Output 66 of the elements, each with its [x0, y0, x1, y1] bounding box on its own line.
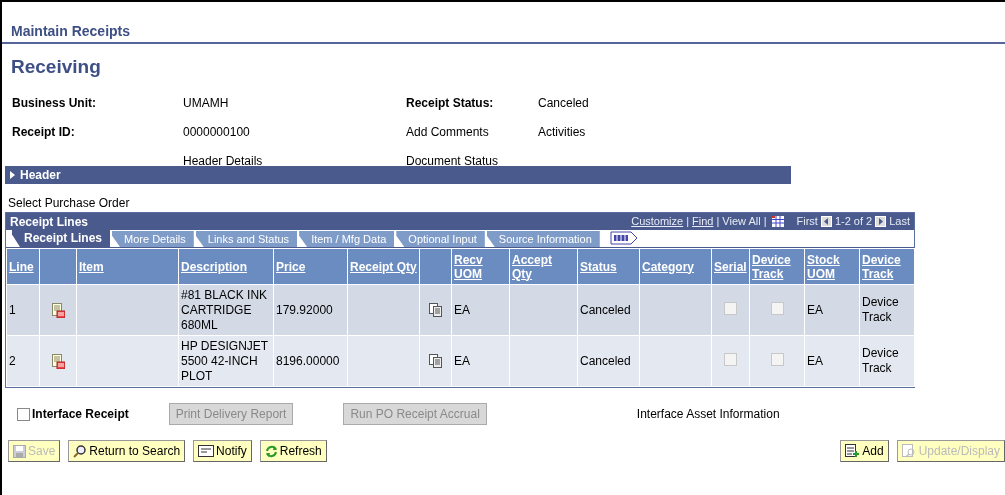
search-button[interactable]: Return to Search: [68, 440, 186, 462]
table-cell: EA: [454, 353, 470, 368]
document-magnifier-icon: [901, 444, 917, 458]
checkbox-label: Interface Receipt: [32, 406, 129, 423]
notify-button[interactable]: Notify: [193, 440, 252, 462]
breadcrumb-title: Maintain Receipts: [2, 2, 1005, 44]
document-icon[interactable]: [51, 353, 65, 369]
copy-icon[interactable]: [429, 303, 442, 318]
select-po-link[interactable]: Select Purchase Order: [8, 196, 130, 210]
table-cell: EA: [454, 302, 470, 317]
add-button[interactable]: Add: [840, 440, 889, 462]
activities-link[interactable]: Activities: [538, 125, 586, 139]
separator: |: [716, 214, 720, 230]
asset-info-link[interactable]: Interface Asset Information: [636, 405, 780, 423]
table-cell: EA: [807, 302, 823, 317]
header-details-link[interactable]: Header Details: [183, 154, 263, 168]
envelope-icon: [198, 445, 215, 457]
table-cell: Canceled: [580, 302, 631, 317]
grid-nav-link[interactable]: Customize: [631, 213, 684, 230]
tab[interactable]: Links and Status: [195, 231, 298, 247]
next-icon[interactable]: [875, 216, 887, 227]
grid-title: Receipt Lines: [10, 213, 89, 231]
table-cell: EA: [807, 353, 823, 368]
document-icon[interactable]: [51, 302, 65, 318]
section-title: Header: [20, 167, 61, 184]
field-value: Canceled: [538, 96, 589, 110]
page-title: Receiving: [10, 55, 102, 79]
table-cell: HP DESIGNJET 5500 42-INCH PLOT: [181, 338, 268, 383]
grid-nav-link[interactable]: Find: [692, 213, 714, 230]
grid-nav-text: View All: [722, 214, 761, 230]
previous-icon[interactable]: [820, 216, 832, 227]
table-cell: 2: [9, 353, 16, 368]
field-value: UMAMH: [183, 96, 229, 110]
grid-nav-text: 1-2 of 2: [834, 214, 873, 230]
show-all-tabs-icon[interactable]: [609, 231, 638, 245]
table-cell: Device Track: [862, 346, 899, 375]
document-status-link[interactable]: Document Status: [406, 154, 499, 168]
tab[interactable]: Optional Input: [396, 231, 485, 247]
separator: |: [763, 214, 767, 230]
tab[interactable]: Source Information: [486, 231, 600, 247]
table-cell: 179.92000: [276, 302, 333, 317]
table-cell: #81 BLACK INK CARTRIDGE 680ML: [181, 287, 268, 332]
tab[interactable]: More Details: [112, 231, 194, 247]
grid-nav-text: First: [796, 214, 818, 230]
spreadsheet-icon[interactable]: [771, 216, 784, 227]
add-document-icon: [845, 444, 861, 458]
magnifier-icon: [73, 444, 88, 458]
section-header[interactable]: Header: [5, 166, 791, 184]
table-cell: Device Track: [862, 295, 899, 324]
comments-link[interactable]: Add Comments: [406, 125, 489, 139]
field-label: Business Unit:: [12, 96, 96, 110]
table-cell: 8196.00000: [276, 353, 340, 368]
checkbox[interactable]: [17, 407, 30, 421]
copy-icon[interactable]: [429, 354, 442, 369]
field-label: Receipt ID:: [12, 125, 75, 139]
separator: |: [686, 214, 690, 230]
refresh-button[interactable]: Refresh: [259, 440, 327, 462]
tab[interactable]: Receipt Lines: [12, 229, 111, 247]
field-label: Receipt Status:: [406, 96, 494, 110]
grid-nav-text: Last: [889, 214, 910, 230]
save-icon: [13, 444, 26, 458]
field-value: 0000000100: [183, 125, 250, 139]
tab[interactable]: Item / Mfg Data: [299, 231, 395, 247]
table-cell: 1: [9, 302, 16, 317]
refresh-icon: [264, 444, 278, 458]
table-cell: Canceled: [580, 353, 631, 368]
